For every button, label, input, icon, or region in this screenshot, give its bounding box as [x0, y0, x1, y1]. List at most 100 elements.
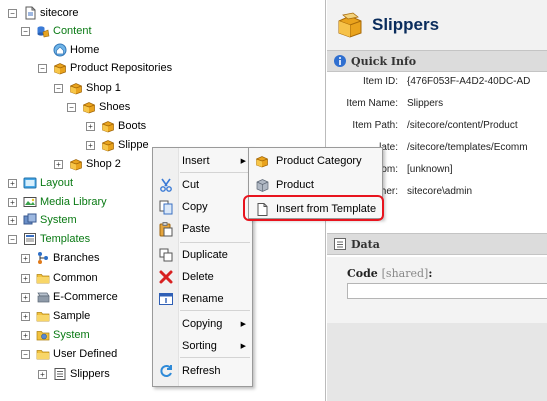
collapse-icon[interactable]: −	[54, 83, 63, 93]
tree-node[interactable]: + Layout	[8, 174, 73, 192]
tree-node[interactable]: − Product Repositories	[38, 59, 172, 77]
quick-info-field-value[interactable]: Slippers	[407, 98, 443, 109]
expand-icon[interactable]: +	[54, 159, 63, 169]
tree-node[interactable]: + System	[21, 326, 90, 344]
quick-info-field-row: Item Path: /sitecore/content/Product	[327, 114, 547, 136]
quick-info-field-value[interactable]: {476F053F-A4D2-40DC-AD	[407, 76, 530, 87]
menu-item-delete[interactable]: Delete	[153, 266, 252, 288]
folder-box-icon	[53, 61, 67, 75]
tree-node[interactable]: + Slippers	[38, 365, 110, 383]
menu-item-cut[interactable]: Cut	[153, 174, 252, 196]
tree-node[interactable]: − Content	[21, 22, 92, 40]
menu-item-refresh[interactable]: Refresh	[153, 360, 252, 382]
tree-node[interactable]: + Media Library	[8, 193, 107, 211]
tree-node[interactable]: + Shop 2	[54, 155, 121, 173]
code-field-input[interactable]	[347, 283, 547, 299]
content-database-icon	[36, 24, 50, 38]
menu-item-rename[interactable]: Rename	[153, 288, 252, 310]
expand-icon[interactable]: +	[8, 197, 17, 207]
menu-separator	[180, 310, 250, 311]
tree-node[interactable]: + Boots	[86, 117, 146, 135]
tree-node-label: Sample	[53, 310, 91, 322]
quick-info-heading: Quick Info	[351, 54, 417, 68]
product-icon	[255, 178, 270, 193]
tree-node[interactable]: + E-Commerce	[21, 288, 118, 306]
quick-info-field-value[interactable]: /sitecore/content/Product	[407, 120, 518, 131]
collapse-icon[interactable]: −	[67, 102, 76, 112]
tree-node[interactable]: + Sample	[21, 307, 90, 325]
tree-node-label: Home	[70, 44, 100, 56]
branches-icon	[36, 251, 50, 265]
data-heading: Data	[351, 237, 380, 251]
tree-node-label: Shop 1	[86, 82, 121, 94]
tree-node-label: Common	[53, 272, 98, 284]
menu-item-label: Sorting	[182, 340, 217, 352]
menu-item-copying[interactable]: Copying ▶	[153, 313, 252, 335]
menu-item-paste[interactable]: Paste	[153, 218, 252, 240]
submenu-item-product-category[interactable]: Product Category	[249, 150, 382, 172]
tree-node[interactable]: − Templates	[8, 230, 90, 248]
collapse-icon[interactable]: −	[8, 8, 17, 18]
folder-box-icon	[69, 81, 83, 95]
document-icon	[23, 6, 37, 20]
tree-node-label: Templates	[40, 233, 91, 245]
menu-item-label: Copying	[182, 318, 223, 330]
submenu-item-product[interactable]: Product	[249, 174, 382, 196]
submenu-arrow-icon: ▶	[240, 321, 246, 328]
folder-icon	[36, 271, 50, 285]
expand-icon[interactable]: +	[8, 178, 17, 188]
expand-icon[interactable]: +	[21, 330, 30, 340]
folder-icon	[36, 347, 50, 361]
data-section-header[interactable]: Data	[327, 233, 547, 255]
expand-icon[interactable]: +	[21, 292, 30, 302]
quick-info-field-value[interactable]: sitecore\admin	[407, 186, 472, 197]
template-icon	[53, 367, 67, 381]
media-library-icon	[23, 195, 37, 209]
tree-node[interactable]: + Slippe	[86, 136, 149, 154]
item-folder-box-icon	[336, 11, 364, 39]
paste-icon	[158, 221, 174, 237]
home-icon	[53, 43, 67, 57]
collapse-icon[interactable]: −	[21, 26, 30, 36]
tree-node[interactable]: + Common	[21, 269, 98, 287]
duplicate-icon	[158, 247, 174, 263]
tree-node[interactable]: − User Defined	[21, 345, 117, 363]
quick-info-field-value[interactable]: [unknown]	[407, 164, 453, 175]
folder-box-icon	[101, 119, 115, 133]
tree-node-label: Branches	[53, 252, 100, 264]
menu-item-sorting[interactable]: Sorting ▶	[153, 335, 252, 357]
delete-icon	[158, 269, 174, 285]
quick-info-section-header[interactable]: Quick Info	[327, 50, 547, 72]
expand-icon[interactable]: +	[21, 253, 30, 263]
tree-node-label: Slippers	[70, 368, 110, 380]
tree-node-label: Media Library	[40, 196, 107, 208]
collapse-icon[interactable]: −	[8, 234, 17, 244]
tree-node[interactable]: Home	[38, 41, 99, 59]
expand-icon[interactable]: +	[86, 140, 95, 150]
expand-icon[interactable]: +	[8, 215, 17, 225]
expand-icon[interactable]: +	[21, 273, 30, 283]
tree-node[interactable]: − Shoes	[67, 98, 130, 116]
collapse-icon[interactable]: −	[21, 349, 30, 359]
expand-icon[interactable]: +	[38, 369, 47, 379]
tree-node[interactable]: + Branches	[21, 249, 99, 267]
tree-node-label: System	[53, 329, 90, 341]
menu-item-copy[interactable]: Copy	[153, 196, 252, 218]
tree-node-label: Shop 2	[86, 158, 121, 170]
expand-icon[interactable]: +	[86, 121, 95, 131]
editor-empty-area	[327, 323, 547, 401]
copy-icon	[158, 199, 174, 215]
quick-info-field-value[interactable]: /sitecore/templates/Ecomm	[407, 142, 528, 153]
folder-icon	[36, 309, 50, 323]
tree-node[interactable]: − sitecore	[8, 4, 79, 22]
menu-item-duplicate[interactable]: Duplicate	[153, 244, 252, 266]
collapse-icon[interactable]: −	[38, 63, 47, 73]
expand-icon[interactable]: +	[21, 311, 30, 321]
menu-item-label: Rename	[182, 293, 224, 305]
tree-node-label: Layout	[40, 177, 74, 189]
tree-node[interactable]: − Shop 1	[54, 79, 121, 97]
context-menu: Insert ▶ Cut Copy Paste Duplicate Delete Rename…	[152, 147, 253, 387]
templates-icon	[23, 232, 37, 246]
tree-node[interactable]: + System	[8, 211, 77, 229]
menu-item-insert[interactable]: Insert ▶	[153, 150, 252, 172]
